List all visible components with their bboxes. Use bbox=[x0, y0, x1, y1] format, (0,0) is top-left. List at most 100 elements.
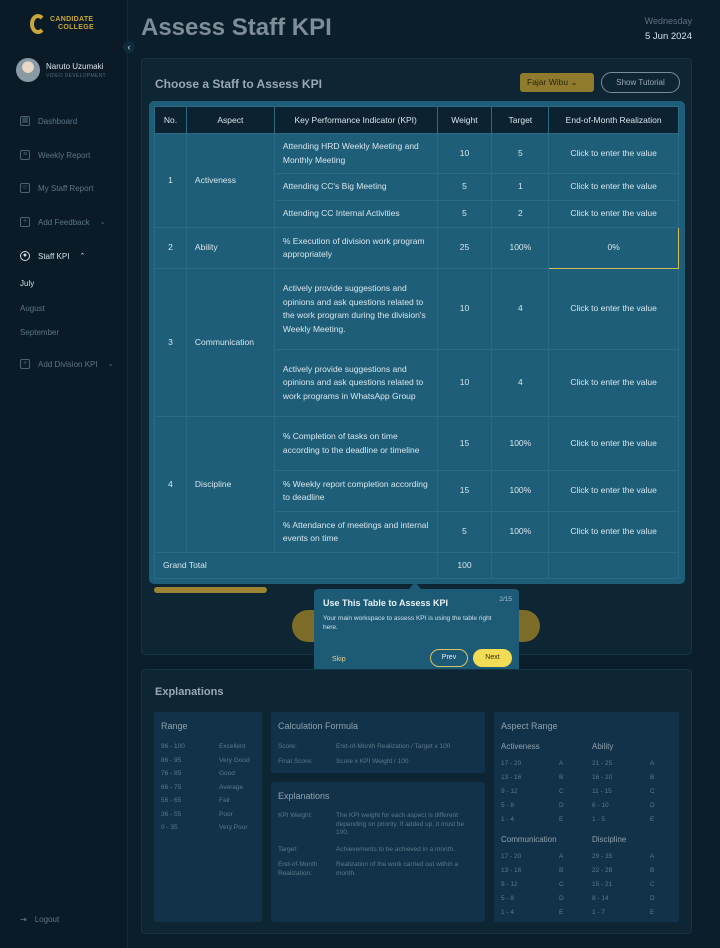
date-display: Wednesday 5 Jun 2024 bbox=[645, 16, 692, 42]
cell-aspect: Discipline bbox=[185, 416, 275, 553]
nav-dashboard-label: Dashboard bbox=[38, 116, 78, 126]
brand-mark-icon bbox=[30, 14, 46, 34]
horizontal-scrollbar[interactable] bbox=[154, 587, 267, 593]
logout-button[interactable]: ⇥ Logout bbox=[20, 915, 59, 924]
cell-target: 100% bbox=[491, 227, 550, 269]
aspect-range-grade: C bbox=[559, 881, 564, 888]
aspect-group-name: Discipline bbox=[592, 835, 627, 844]
aspect-range-grade: A bbox=[559, 760, 564, 767]
cell-realization[interactable]: Click to enter the value bbox=[548, 470, 679, 512]
range-value: 0 - 35 bbox=[161, 824, 178, 831]
formula-title: Calculation Formula bbox=[278, 721, 359, 731]
formula-value: Score x KPI Weight / 100 bbox=[336, 758, 409, 765]
grand-total-label: Grand Total bbox=[154, 552, 438, 579]
sub-item-september[interactable]: September bbox=[20, 328, 59, 337]
term-name: Target: bbox=[278, 846, 298, 853]
cell-target: 2 bbox=[491, 200, 550, 228]
aspect-range-grade: D bbox=[559, 895, 564, 902]
kpi-table-container: No. Aspect Key Performance Indicator (KP… bbox=[149, 101, 685, 584]
staff-select[interactable]: Fajar Wibu ⌄ bbox=[520, 73, 594, 92]
sidebar: CANDIDATE COLLEGE ‹ Naruto Uzumaki VIDEO… bbox=[0, 0, 135, 948]
cell-kpi: % Weekly report completion according to … bbox=[273, 470, 438, 512]
term-desc: The KPI weight for each aspect is differ… bbox=[336, 812, 465, 836]
header-realization: End-of-Month Realization bbox=[548, 106, 679, 134]
aspect-range-grade: C bbox=[559, 788, 564, 795]
aspect-range-grade: B bbox=[650, 774, 655, 781]
show-tutorial-button[interactable]: Show Tutorial bbox=[601, 72, 680, 93]
cell-realization-input[interactable]: 0% bbox=[548, 227, 679, 269]
user-profile[interactable]: Naruto Uzumaki VIDEO DEVELOPMENT bbox=[16, 58, 106, 82]
sub-item-july[interactable]: July bbox=[20, 279, 34, 288]
header-aspect: Aspect bbox=[185, 106, 275, 134]
nav-staff-kpi[interactable]: ● Staff KPI ⌃ bbox=[20, 251, 85, 261]
table-row: 2 Ability % Execution of division work p… bbox=[154, 227, 679, 269]
collapse-sidebar-button[interactable]: ‹ bbox=[123, 41, 135, 53]
aspect-range-grade: B bbox=[650, 867, 655, 874]
aspect-group-name: Communication bbox=[501, 835, 557, 844]
terms-title: Explanations bbox=[278, 791, 330, 801]
nav-weekly-report[interactable]: ≡ Weekly Report bbox=[20, 150, 90, 160]
table-row: 4 Discipline % Completion of tasks on ti… bbox=[154, 416, 679, 553]
person-icon: ● bbox=[20, 251, 30, 261]
cell-weight: 10 bbox=[436, 349, 493, 417]
grid-icon: ▦ bbox=[20, 116, 30, 126]
cell-no: 3 bbox=[154, 268, 187, 417]
nav-add-feedback[interactable]: + Add Feedback ⌄ bbox=[20, 217, 105, 227]
nav-my-staff-report-label: My Staff Report bbox=[38, 183, 94, 193]
aspect-range-grade: E bbox=[650, 816, 655, 823]
aspect-range-grade: A bbox=[650, 853, 655, 860]
range-label: Average bbox=[219, 784, 244, 791]
chevron-down-icon: ⌄ bbox=[107, 361, 114, 368]
tooltip-next-button[interactable]: Next bbox=[473, 649, 512, 667]
logout-icon: ⇥ bbox=[20, 915, 27, 924]
aspect-range-value: 29 - 35 bbox=[592, 853, 613, 860]
aspect-range-value: 6 - 10 bbox=[592, 802, 609, 809]
aspect-range-value: 15 - 21 bbox=[592, 881, 613, 888]
aspect-range-grade: D bbox=[559, 802, 564, 809]
chevron-up-icon: ⌃ bbox=[79, 253, 86, 260]
aspect-range-grade: D bbox=[650, 802, 655, 809]
aspect-range-value: 13 - 16 bbox=[501, 774, 522, 781]
table-row: 1 Activeness Attending HRD Weekly Meetin… bbox=[154, 133, 679, 228]
aspect-range-value: 11 - 15 bbox=[592, 788, 612, 795]
cell-no: 1 bbox=[154, 133, 187, 228]
cell-realization[interactable]: Click to enter the value bbox=[548, 200, 679, 228]
report-icon: ≡ bbox=[20, 150, 30, 160]
nav-add-division-kpi[interactable]: + Add Division KPI ⌄ bbox=[20, 359, 113, 369]
tooltip-arrow bbox=[409, 582, 421, 589]
brand-logo[interactable]: CANDIDATE COLLEGE bbox=[30, 14, 94, 34]
cell-realization[interactable]: Click to enter the value bbox=[548, 511, 679, 553]
team-icon: ☺ bbox=[20, 183, 30, 193]
header-no: No. bbox=[154, 106, 187, 134]
cell-weight: 10 bbox=[436, 133, 493, 174]
nav-dashboard[interactable]: ▦ Dashboard bbox=[20, 116, 77, 126]
explanations-title: Explanations bbox=[155, 686, 224, 698]
cell-kpi: % Execution of division work program app… bbox=[273, 227, 438, 269]
nav-my-staff-report[interactable]: ☺ My Staff Report bbox=[20, 183, 93, 193]
aspect-range-value: 9 - 12 bbox=[501, 788, 518, 795]
cell-realization[interactable]: Click to enter the value bbox=[548, 133, 679, 174]
aspect-range-value: 22 - 28 bbox=[592, 867, 613, 874]
tooltip-prev-button[interactable]: Prev bbox=[430, 649, 468, 667]
aspect-range-value: 1 - 4 bbox=[501, 909, 515, 916]
aspect-group-name: Activeness bbox=[501, 742, 540, 751]
aspect-range-grade: B bbox=[559, 774, 564, 781]
aspect-range-value: 17 - 20 bbox=[501, 853, 522, 860]
cell-realization[interactable]: Click to enter the value bbox=[548, 268, 679, 350]
cell-target: 4 bbox=[491, 349, 550, 417]
header-kpi: Key Performance Indicator (KPI) bbox=[273, 106, 438, 134]
cell-no: 2 bbox=[154, 227, 187, 269]
cell-weight: 5 bbox=[436, 511, 493, 553]
cell-realization[interactable]: Click to enter the value bbox=[548, 173, 679, 201]
cell-realization[interactable]: Click to enter the value bbox=[548, 416, 679, 471]
cell-realization[interactable]: Click to enter the value bbox=[548, 349, 679, 417]
sub-item-august[interactable]: August bbox=[20, 304, 45, 313]
range-label: Good bbox=[219, 770, 235, 777]
cell-target: 4 bbox=[491, 268, 550, 350]
aspect-range-grade: E bbox=[559, 909, 564, 916]
range-value: 86 - 95 bbox=[161, 757, 182, 764]
tutorial-tooltip: Use This Table to Assess KPI 2/15 Your m… bbox=[314, 589, 519, 673]
formula-box: Calculation Formula Score: End-of-Month R… bbox=[271, 712, 485, 773]
tooltip-skip-button[interactable]: Skip bbox=[332, 656, 346, 663]
aspect-range-grade: A bbox=[559, 853, 564, 860]
